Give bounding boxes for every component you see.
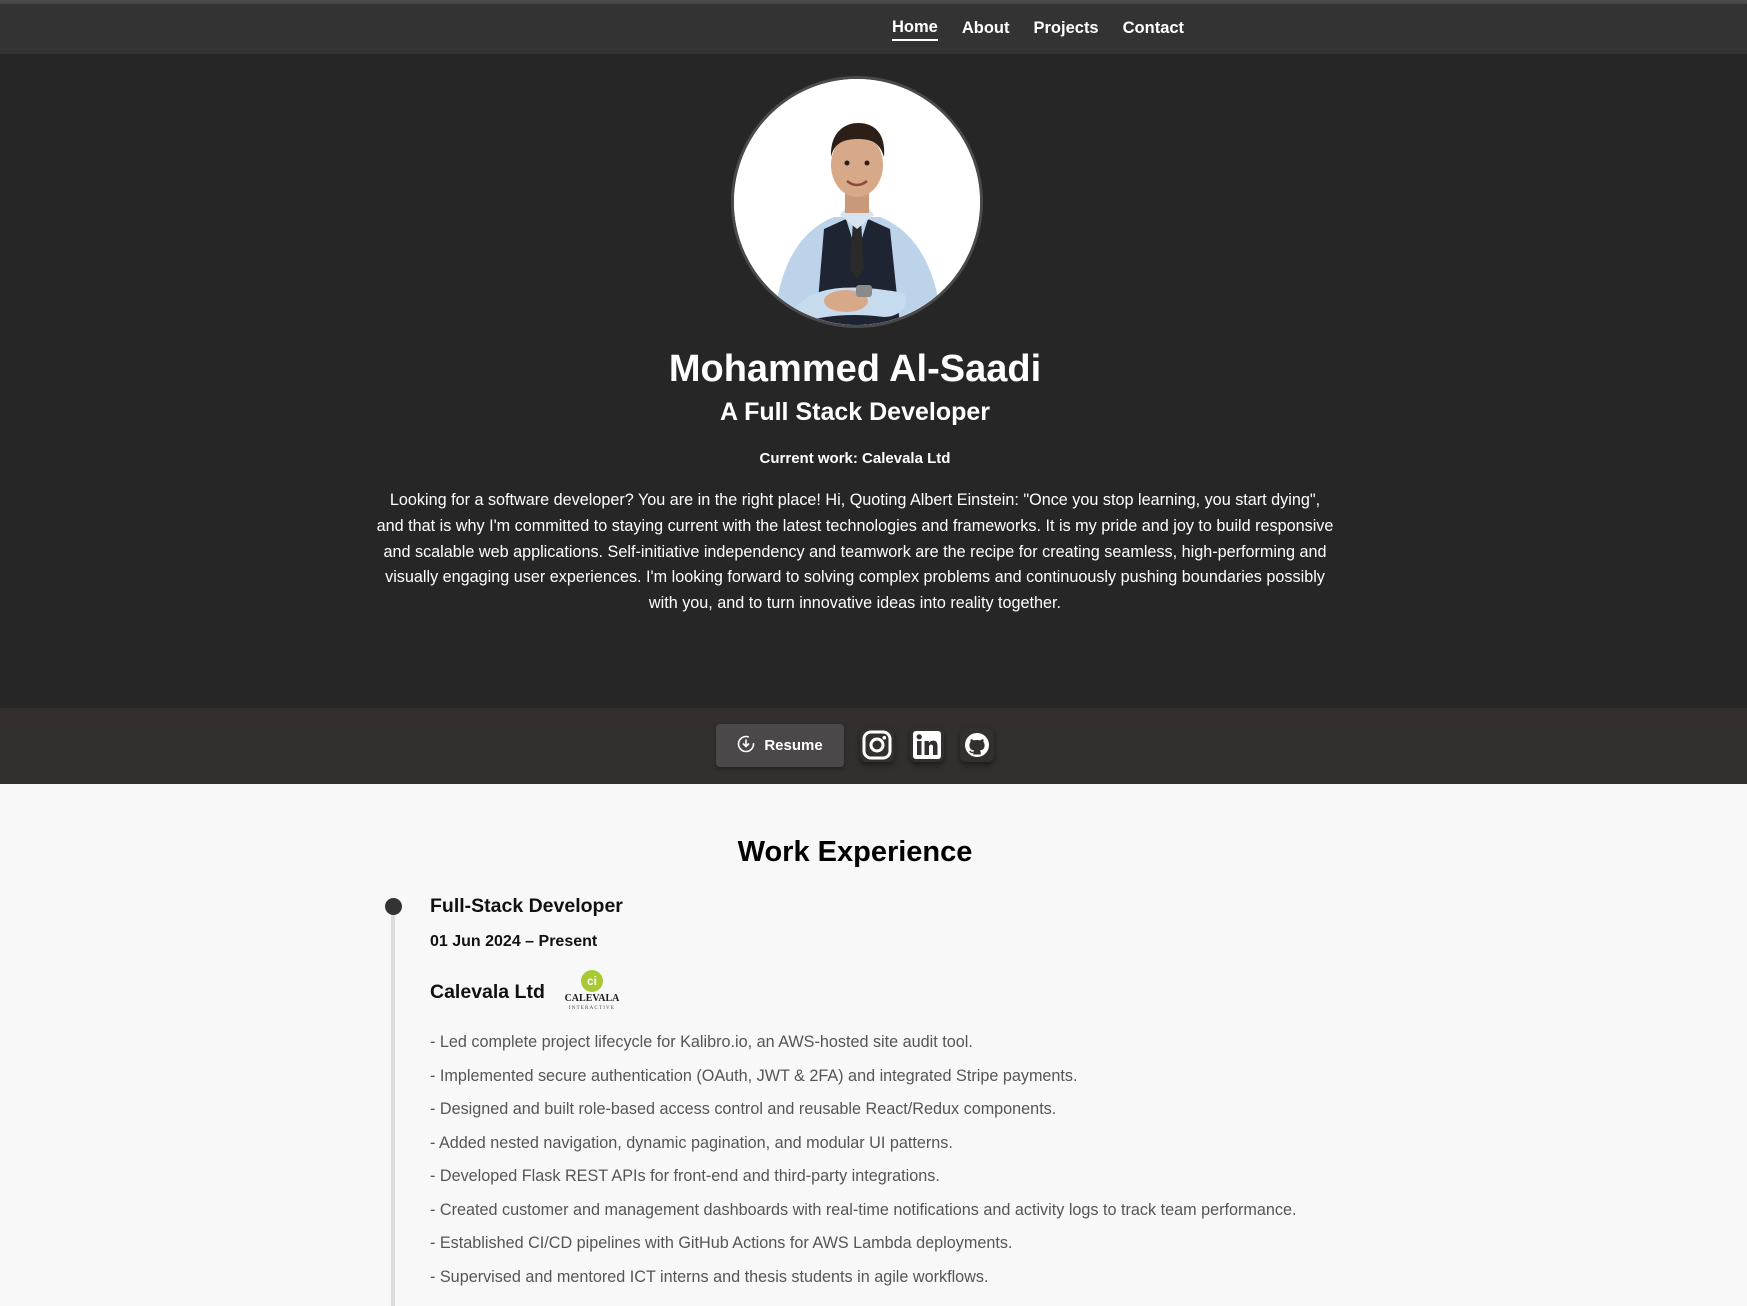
calevala-logo-name: CALEVALA xyxy=(564,993,620,1004)
duty-item: - Led complete project lifecycle for Kal… xyxy=(430,1033,973,1051)
calevala-logo-tagline: INTERACTIVE xyxy=(569,1006,615,1011)
duty-item: - Established CI/CD pipelines with GitHu… xyxy=(430,1234,1013,1252)
navbar: Home About Projects Contact xyxy=(0,4,1747,54)
company-name: Calevala Ltd xyxy=(430,981,545,1003)
duty-item: - Implemented secure authentication (OAu… xyxy=(430,1066,1078,1085)
work-experience-heading: Work Experience xyxy=(737,836,973,868)
company-row: Calevala Ltd ci CALEVALA INTERACTIVE xyxy=(430,970,623,1015)
social-bar: Resume xyxy=(0,708,1747,784)
duty-item: - Supervised and mentored ICT interns an… xyxy=(430,1267,989,1286)
hero-bio: Looking for a software developer? You ar… xyxy=(376,491,1334,613)
download-icon xyxy=(737,735,755,757)
hero-name: Mohammed Al-Saadi xyxy=(668,348,1042,390)
current-work: Current work: Calevala Ltd xyxy=(759,450,951,467)
linkedin-icon[interactable] xyxy=(910,728,944,762)
timeline-dot xyxy=(385,898,402,915)
profile-avatar xyxy=(731,76,983,328)
resume-button[interactable]: Resume xyxy=(716,724,844,767)
duty-item: - Created customer and management dashbo… xyxy=(430,1200,1297,1219)
hero-role: A Full Stack Developer xyxy=(720,398,990,426)
calevala-logo-mark: ci xyxy=(587,974,597,988)
duty-item: - Added nested navigation, dynamic pagin… xyxy=(430,1133,953,1152)
duty-item: - Developed Flask REST APIs for front-en… xyxy=(430,1167,940,1185)
nav-about-link[interactable]: About xyxy=(962,19,1010,40)
instagram-icon[interactable] xyxy=(860,728,894,762)
resume-label: Resume xyxy=(764,737,823,754)
job-duties-list: - Led complete project lifecycle for Kal… xyxy=(430,1032,1296,1300)
duty-item: - Designed and built role-based access c… xyxy=(430,1100,1057,1118)
timeline-line xyxy=(391,908,395,1306)
nav-links: Home About Projects Contact xyxy=(892,4,1208,54)
calevala-logo: ci CALEVALA INTERACTIVE xyxy=(561,968,623,1017)
nav-projects-link[interactable]: Projects xyxy=(1034,19,1099,40)
nav-home-link[interactable]: Home xyxy=(892,18,938,41)
hero-section: Mohammed Al-Saadi A Full Stack Developer… xyxy=(0,54,1747,708)
github-icon[interactable] xyxy=(960,728,994,762)
job-dates: 01 Jun 2024 – Present xyxy=(430,933,598,950)
nav-contact-link[interactable]: Contact xyxy=(1123,19,1184,40)
job-title: Full-Stack Developer xyxy=(430,895,623,917)
